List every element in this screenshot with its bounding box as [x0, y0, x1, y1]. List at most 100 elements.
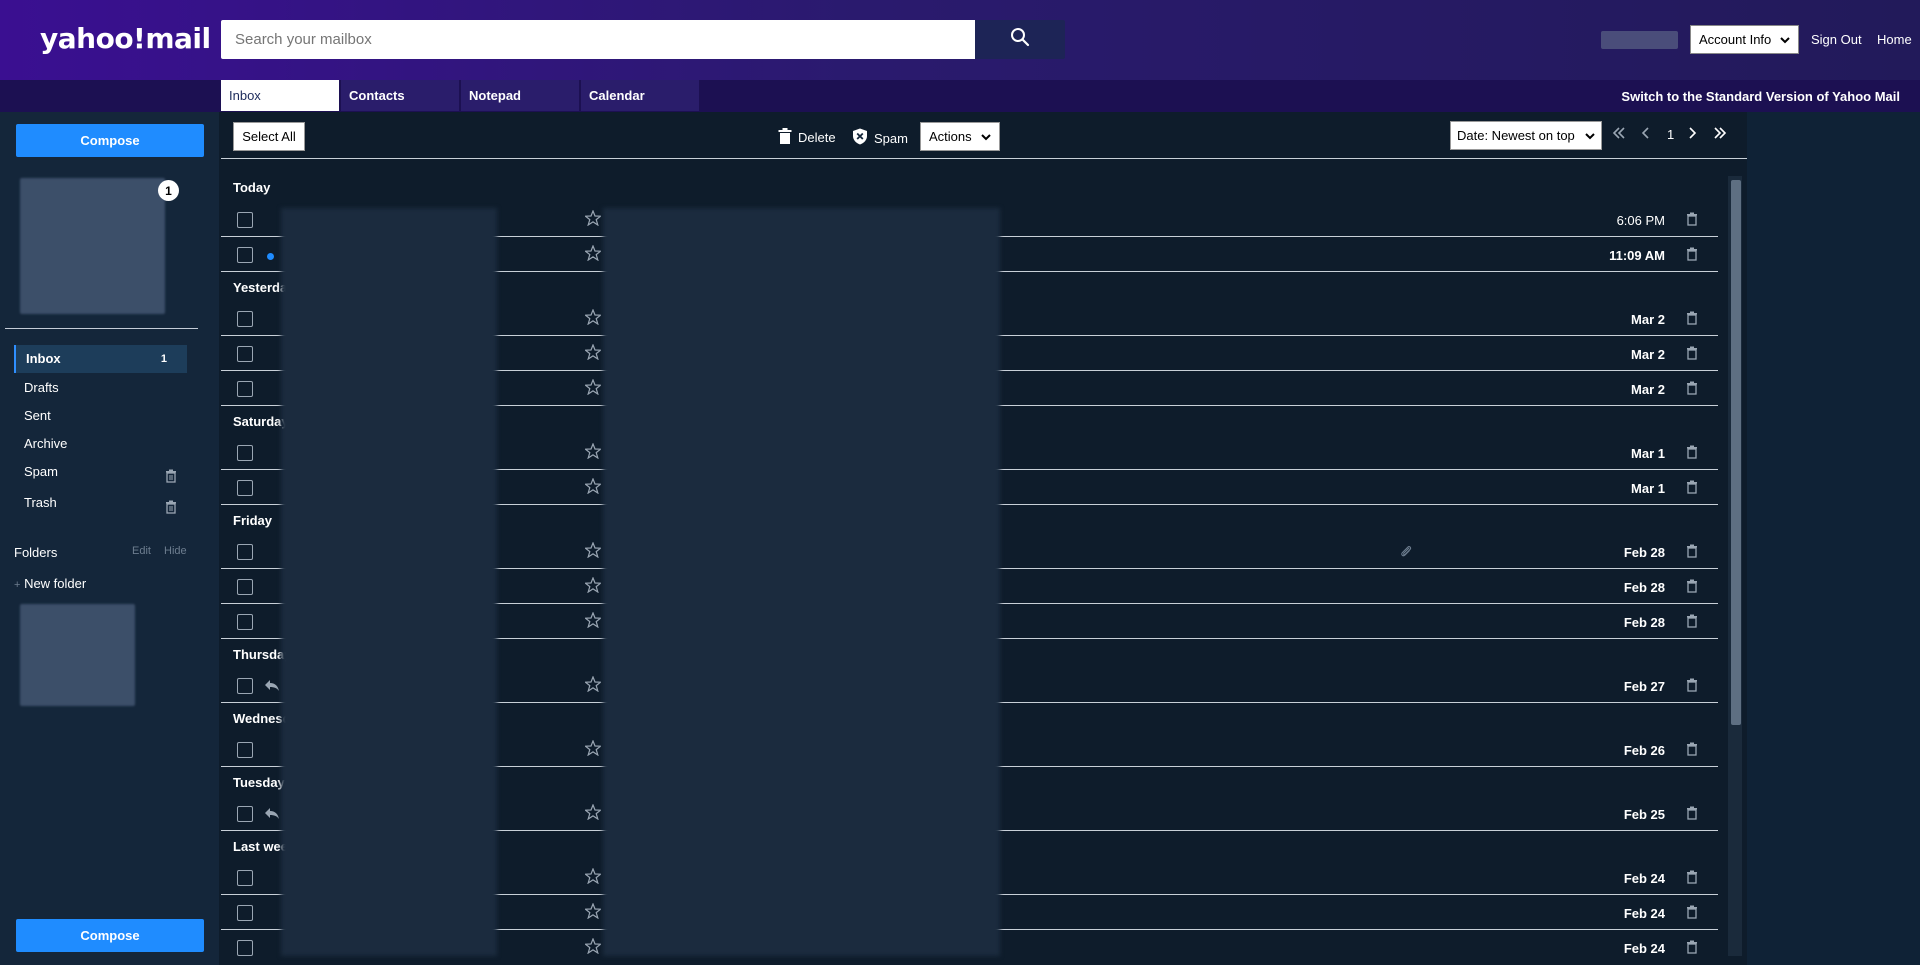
- delete-message-trash-icon[interactable]: [1686, 678, 1698, 697]
- star-icon[interactable]: [583, 209, 603, 231]
- star-icon[interactable]: [583, 442, 603, 464]
- message-checkbox[interactable]: [237, 544, 253, 560]
- message-checkbox[interactable]: [237, 905, 253, 921]
- delete-message-trash-icon[interactable]: [1686, 212, 1698, 231]
- username-redacted: [1601, 31, 1678, 49]
- delete-message-trash-icon[interactable]: [1686, 742, 1698, 761]
- message-checkbox[interactable]: [237, 480, 253, 496]
- new-folder-link[interactable]: + New folder: [14, 576, 86, 591]
- paperclip-icon: [1399, 544, 1413, 563]
- message-date: Feb 27: [1623, 679, 1665, 694]
- tab-calendar[interactable]: Calendar: [581, 80, 699, 111]
- sender-column-redacted: [281, 208, 497, 956]
- delete-message-trash-icon[interactable]: [1686, 381, 1698, 400]
- delete-message-trash-icon[interactable]: [1686, 247, 1698, 266]
- delete-message-trash-icon[interactable]: [1686, 940, 1698, 959]
- message-checkbox[interactable]: [237, 678, 253, 694]
- delete-message-trash-icon[interactable]: [1686, 614, 1698, 633]
- star-icon[interactable]: [583, 611, 603, 633]
- message-checkbox[interactable]: [237, 579, 253, 595]
- sidebar-item-drafts[interactable]: Drafts: [14, 374, 187, 402]
- sidebar-divider: [5, 328, 198, 329]
- switch-standard-version-link[interactable]: Switch to the Standard Version of Yahoo …: [1621, 89, 1900, 104]
- select-all-button[interactable]: Select All: [233, 122, 305, 151]
- message-checkbox[interactable]: [237, 870, 253, 886]
- sidebar-item-label: Sent: [24, 408, 51, 423]
- star-icon[interactable]: [583, 576, 603, 598]
- message-checkbox[interactable]: [237, 212, 253, 228]
- last-page-icon[interactable]: [1713, 126, 1727, 143]
- star-icon[interactable]: [583, 244, 603, 266]
- actions-select[interactable]: Actions: [920, 122, 1000, 151]
- tab-inbox[interactable]: Inbox: [221, 80, 339, 111]
- yahoo-mail-logo[interactable]: yahoo!mail: [40, 22, 211, 55]
- message-checkbox[interactable]: [237, 381, 253, 397]
- delete-message-trash-icon[interactable]: [1686, 544, 1698, 563]
- delete-message-trash-icon[interactable]: [1686, 311, 1698, 330]
- sidebar-item-spam[interactable]: Spam: [14, 458, 187, 486]
- sign-out-link[interactable]: Sign Out: [1811, 32, 1862, 47]
- star-icon[interactable]: [583, 902, 603, 924]
- inbox-unread-count: 1: [160, 353, 167, 365]
- tab-notepad[interactable]: Notepad: [461, 80, 579, 111]
- message-date: Mar 2: [1631, 312, 1665, 327]
- star-icon[interactable]: [583, 937, 603, 959]
- tab-contacts[interactable]: Contacts: [341, 80, 459, 111]
- delete-label: Delete: [798, 130, 836, 145]
- new-folder-label: New folder: [24, 576, 87, 591]
- message-checkbox[interactable]: [237, 940, 253, 956]
- profile-badge: 1: [158, 180, 179, 201]
- message-checkbox[interactable]: [237, 311, 253, 327]
- message-checkbox[interactable]: [237, 806, 253, 822]
- delete-message-trash-icon[interactable]: [1686, 905, 1698, 924]
- first-page-icon[interactable]: [1612, 126, 1626, 143]
- unread-dot-icon: [267, 253, 274, 260]
- delete-message-trash-icon[interactable]: [1686, 346, 1698, 365]
- delete-message-trash-icon[interactable]: [1686, 870, 1698, 889]
- message-checkbox[interactable]: [237, 445, 253, 461]
- folders-edit-link[interactable]: Edit: [132, 545, 151, 557]
- star-icon[interactable]: [583, 867, 603, 889]
- star-icon[interactable]: [583, 675, 603, 697]
- empty-trash-trash-icon[interactable]: [165, 496, 177, 524]
- search-button[interactable]: [975, 20, 1065, 59]
- next-page-icon[interactable]: [1687, 126, 1697, 143]
- message-checkbox[interactable]: [237, 614, 253, 630]
- message-checkbox[interactable]: [237, 247, 253, 263]
- search-box: [221, 20, 975, 59]
- star-icon[interactable]: [583, 378, 603, 400]
- sidebar-item-archive[interactable]: Archive: [14, 430, 187, 458]
- star-icon[interactable]: [583, 477, 603, 499]
- spam-button[interactable]: Spam: [852, 128, 908, 148]
- sidebar-item-inbox[interactable]: Inbox 1: [14, 345, 187, 373]
- home-link[interactable]: Home: [1877, 32, 1912, 47]
- sidebar-item-trash[interactable]: Trash: [14, 489, 187, 517]
- star-icon[interactable]: [583, 343, 603, 365]
- sort-select[interactable]: Date: Newest on top: [1450, 121, 1602, 150]
- previous-page-icon[interactable]: [1641, 126, 1651, 143]
- delete-message-trash-icon[interactable]: [1686, 806, 1698, 825]
- replied-icon: [264, 806, 280, 825]
- trash-icon: [778, 128, 792, 147]
- compose-button-bottom[interactable]: Compose: [16, 919, 204, 952]
- delete-button[interactable]: Delete: [778, 128, 836, 147]
- delete-message-trash-icon[interactable]: [1686, 445, 1698, 464]
- star-icon[interactable]: [583, 541, 603, 563]
- star-icon[interactable]: [583, 739, 603, 761]
- star-icon[interactable]: [583, 308, 603, 330]
- message-date: Feb 26: [1623, 743, 1665, 758]
- star-icon[interactable]: [583, 803, 603, 825]
- sidebar-item-sent[interactable]: Sent: [14, 402, 187, 430]
- message-checkbox[interactable]: [237, 742, 253, 758]
- folders-heading: Folders: [14, 545, 58, 560]
- search-input[interactable]: [221, 20, 969, 59]
- account-info-select[interactable]: Account Info: [1690, 25, 1799, 54]
- sort-label: Date: Newest on top: [1457, 128, 1575, 143]
- scrollbar-thumb[interactable]: [1731, 180, 1741, 725]
- message-date: Feb 24: [1623, 871, 1665, 886]
- delete-message-trash-icon[interactable]: [1686, 480, 1698, 499]
- folders-hide-link[interactable]: Hide: [164, 545, 187, 557]
- compose-button[interactable]: Compose: [16, 124, 204, 157]
- delete-message-trash-icon[interactable]: [1686, 579, 1698, 598]
- message-checkbox[interactable]: [237, 346, 253, 362]
